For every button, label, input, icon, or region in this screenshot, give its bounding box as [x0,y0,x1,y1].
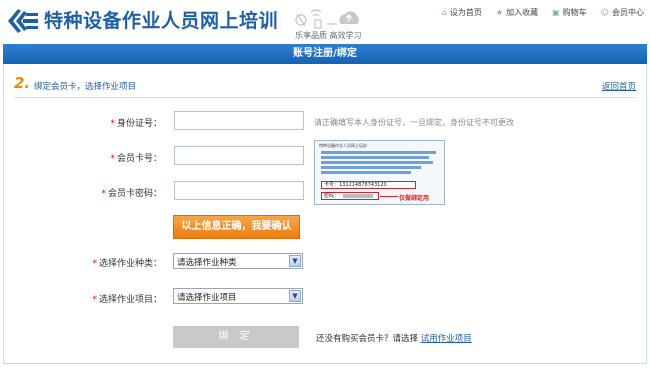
label-text: 身份证号： [116,119,162,129]
add-favorite-link[interactable]: ★ 加入收藏 [496,7,538,18]
card-sample-pointer [380,196,398,197]
card-number-label: * 会员卡号： [42,151,162,164]
cart-icon: ▣ [552,8,560,17]
card-password-input[interactable] [174,181,304,200]
confirm-info-button[interactable]: 以上信息正确，我要确认 [173,215,300,239]
card-sample-password-mask [343,194,373,198]
cart-link[interactable]: ▣ 购物车 [552,7,587,18]
card-sample-line [321,171,411,174]
registration-panel: 2. 绑定会员卡，选择作业项目 返回首页 [3,64,647,364]
logo-icon[interactable] [6,5,40,37]
set-homepage-link[interactable]: ⌂ 设为首页 [442,7,482,18]
label-text: 会员卡号： [116,154,162,164]
step-title: 绑定会员卡，选择作业项目 [34,82,137,92]
id-number-label: * 身份证号： [42,116,162,129]
no-card-prompt: 还没有购买会员卡？请选择 试用作业项目 [316,332,472,344]
card-sample-note: 仅做绑定用 [399,195,430,202]
card-sample-line [321,166,421,169]
bind-button[interactable]: 绑 定 [173,326,299,348]
link-label: 设为首页 [449,8,482,17]
label-text: 会员卡密码： [107,189,162,199]
card-number-input[interactable] [174,146,304,165]
site-header: 特种设备作业人员网上培训 乐享品质 高效学习 ⌂ 设为首页 ★ 加入收藏 ▣ 购… [0,0,650,44]
card-sample-line [321,151,436,154]
job-type-label: * 选择作业种类： [42,256,162,269]
id-number-input[interactable] [174,111,304,130]
link-label: 会员中心 [612,8,644,17]
required-mark: * [92,259,97,269]
user-icon: ☺ [600,8,609,17]
trial-project-link[interactable]: 试用作业项目 [421,334,472,344]
page-title-bar: 账号注册/绑定 [3,44,647,64]
job-type-select[interactable]: 请选择作业种类 ▼ [173,253,303,269]
chevron-down-icon[interactable]: ▼ [289,255,301,267]
job-item-label: * 选择作业项目： [42,292,162,305]
link-label: 购物车 [562,8,587,17]
required-mark: * [101,189,106,199]
card-password-label: * 会员卡密码： [42,186,162,199]
no-card-text: 还没有购买会员卡？请选择 [316,334,419,344]
chevron-down-icon[interactable]: ▼ [289,290,301,302]
card-sample-image: 特种设备作业人员网上培训 卡号：131214878743120 密码： 仅做绑定… [314,140,445,205]
step-header: 2. 绑定会员卡，选择作业项目 返回首页 [14,74,636,98]
card-sample-header: 特种设备作业人员网上培训 [319,143,367,148]
required-mark: * [110,119,115,129]
return-home-link[interactable]: 返回首页 [602,80,636,92]
label-text: 选择作业种类： [98,259,162,269]
card-sample-line [321,161,433,164]
link-label: 加入收藏 [506,8,539,17]
label-text: 选择作业项目： [98,295,162,305]
star-icon: ★ [495,8,504,17]
card-sample-line [321,156,429,159]
step-number: 2. [14,74,31,92]
top-links: ⌂ 设为首页 ★ 加入收藏 ▣ 购物车 ☺ 会员中心 [442,7,644,18]
id-number-hint: 请正确填写本人身份证号，一旦绑定，身份证号不可更改 [314,118,514,127]
select-value: 请选择作业项目 [177,293,237,303]
required-mark: * [92,295,97,305]
card-sample-number: 卡号：131214878743120 [321,181,416,189]
job-item-select[interactable]: 请选择作业项目 ▼ [173,288,303,304]
member-center-link[interactable]: ☺ 会员中心 [601,7,644,18]
select-value: 请选择作业种类 [177,258,237,268]
home-icon: ⌂ [441,8,447,17]
required-mark: * [110,154,115,164]
site-title: 特种设备作业人员网上培训 [44,10,279,32]
slogan: 乐享品质 高效学习 [295,31,362,40]
